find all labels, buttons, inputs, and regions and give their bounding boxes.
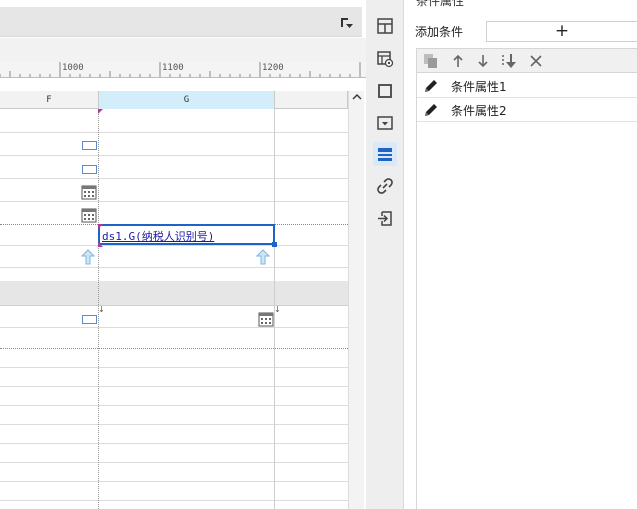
grid-row	[0, 406, 348, 425]
delete-icon[interactable]	[528, 53, 544, 69]
condition-attribute-icon[interactable]	[373, 142, 397, 166]
dropdown-menu-icon[interactable]	[340, 16, 354, 30]
date-widget-icon[interactable]	[81, 207, 97, 226]
grid-row	[0, 349, 348, 368]
condition-attribute-panel: 条件属性 添加条件 + 条件属性1 条件属性2	[404, 0, 637, 509]
grid-row	[0, 387, 348, 406]
scroll-up-arrow-icon[interactable]	[349, 91, 364, 107]
editor-toolbar	[0, 7, 362, 37]
property-icon-rail	[366, 0, 404, 509]
grid-row	[0, 156, 348, 179]
condition-list-toolbar	[417, 49, 637, 73]
grid-row	[0, 179, 348, 202]
cell-attribute-icon[interactable]	[373, 47, 397, 71]
textbox-widget-icon[interactable]	[82, 141, 97, 150]
border-icon[interactable]	[373, 79, 397, 103]
ruler-label: 1100	[162, 63, 184, 73]
panel-title: 条件属性	[416, 0, 465, 8]
cell-corner-marker	[98, 224, 103, 229]
spreadsheet-grid[interactable]: ↓ ↓ ds1.G(纳税人识别号)	[0, 109, 348, 509]
selected-cell-text: ds1.G(纳税人识别号)	[102, 230, 215, 243]
textbox-widget-icon[interactable]	[82, 165, 97, 174]
condition-list: 条件属性1 条件属性2	[416, 48, 637, 509]
date-widget-icon[interactable]	[81, 184, 97, 203]
column-header-f[interactable]: F	[0, 91, 99, 109]
move-bottom-icon[interactable]	[501, 53, 517, 69]
copy-icon[interactable]	[423, 53, 439, 69]
pencil-icon[interactable]	[423, 102, 439, 118]
collapse-arrow-icon[interactable]	[373, 0, 397, 8]
grid-row	[0, 444, 348, 463]
column-header-row: F G	[0, 91, 348, 109]
cell-element-icon[interactable]	[373, 14, 397, 38]
column-header-g[interactable]: G	[99, 91, 275, 109]
grid-row	[0, 328, 348, 349]
expand-down-icon: ↓	[274, 305, 281, 314]
condition-item-label: 条件属性2	[451, 104, 507, 118]
expand-down-icon: ↓	[98, 305, 105, 314]
grid-row	[0, 202, 348, 225]
condition-item[interactable]: 条件属性1	[417, 74, 637, 98]
editor-strip	[0, 38, 366, 62]
textbox-widget-icon[interactable]	[82, 315, 97, 324]
upload-arrow-icon[interactable]	[255, 249, 271, 268]
grid-row	[0, 368, 348, 387]
condition-item-label: 条件属性1	[451, 80, 507, 94]
grid-row	[0, 246, 348, 268]
add-condition-label: 添加条件	[415, 25, 464, 39]
ruler-label: 1200	[262, 63, 284, 73]
grid-row	[0, 306, 348, 328]
hyperlink-icon[interactable]	[373, 174, 397, 198]
grid-row	[0, 463, 348, 482]
column-header-h[interactable]	[275, 91, 348, 109]
grid-row	[0, 425, 348, 444]
vertical-scrollbar[interactable]	[348, 91, 364, 509]
selected-cell-g[interactable]: ds1.G(纳税人识别号)	[98, 224, 277, 247]
cell-corner-marker	[98, 109, 103, 114]
fill-handle[interactable]	[272, 242, 277, 247]
pencil-icon[interactable]	[423, 78, 439, 94]
import-icon[interactable]	[373, 206, 397, 230]
condition-item[interactable]: 条件属性2	[417, 98, 637, 122]
grid-row	[0, 109, 348, 133]
widget-icon[interactable]	[373, 111, 397, 135]
move-up-icon[interactable]	[450, 53, 466, 69]
grid-row	[0, 133, 348, 156]
cell-corner-marker	[98, 242, 103, 247]
upload-arrow-icon[interactable]	[80, 249, 96, 268]
grid-row	[0, 482, 348, 501]
move-down-icon[interactable]	[475, 53, 491, 69]
horizontal-ruler: 1000 1100 1200	[0, 62, 366, 78]
grid-row-group-separator	[0, 281, 348, 306]
ruler-label: 1000	[62, 63, 84, 73]
add-condition-button[interactable]: +	[486, 21, 637, 42]
date-widget-icon[interactable]	[258, 311, 274, 330]
